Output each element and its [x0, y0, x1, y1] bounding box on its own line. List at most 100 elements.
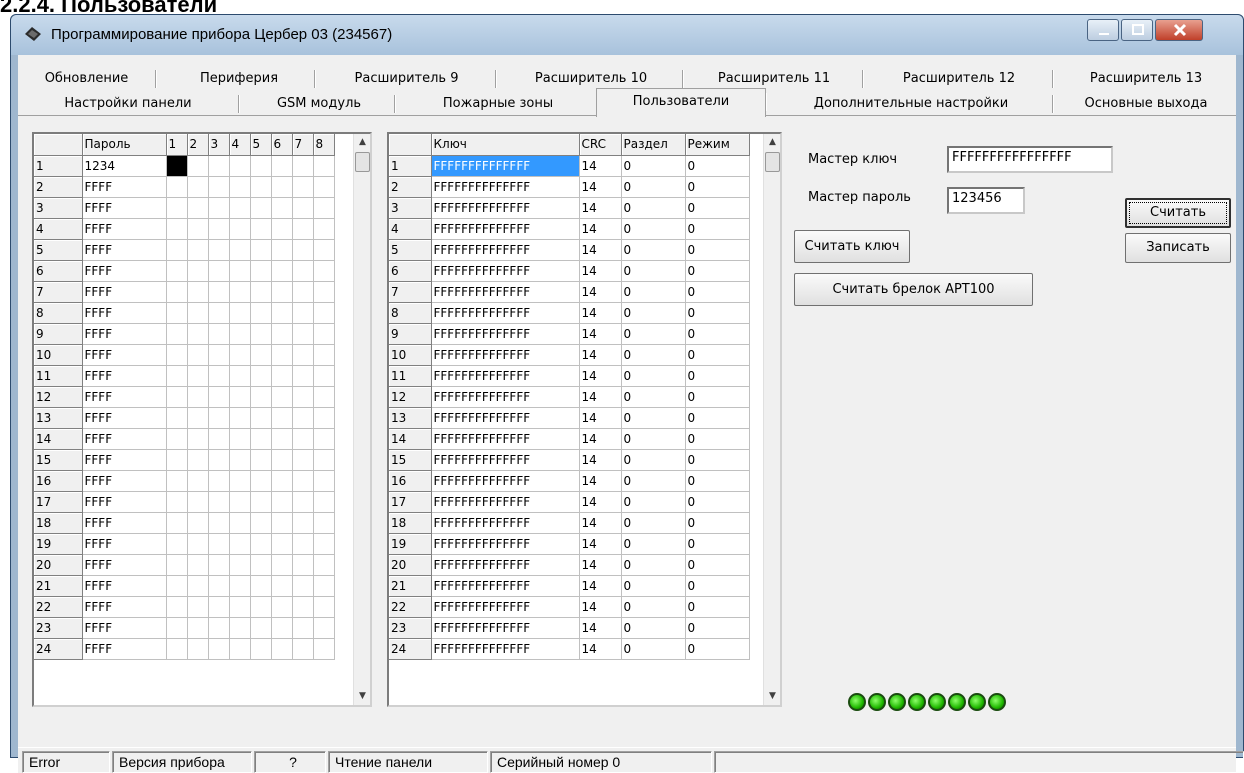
- partition-checkbox-cell[interactable]: [187, 155, 209, 177]
- password-cell[interactable]: FFFF: [82, 323, 167, 345]
- password-cell[interactable]: FFFF: [82, 260, 167, 282]
- partition-cell[interactable]: 0: [621, 239, 686, 261]
- partition-cell[interactable]: 0: [621, 512, 686, 534]
- partition-checkbox-cell[interactable]: [271, 491, 293, 513]
- crc-cell[interactable]: 14: [579, 575, 622, 597]
- partition-checkbox-cell[interactable]: [292, 386, 314, 408]
- partition-checkbox-cell[interactable]: [166, 470, 188, 492]
- key-cell[interactable]: FFFFFFFFFFFFFF: [431, 365, 580, 387]
- key-cell[interactable]: FFFFFFFFFFFFFF: [431, 197, 580, 219]
- mode-cell[interactable]: 0: [685, 365, 750, 387]
- partition-checkbox-cell[interactable]: [313, 491, 335, 513]
- crc-cell[interactable]: 14: [579, 512, 622, 534]
- scroll-up-icon[interactable]: ▲: [764, 134, 780, 151]
- partition-checkbox-cell[interactable]: [229, 218, 251, 240]
- partition-cell[interactable]: 0: [621, 491, 686, 513]
- read-button[interactable]: Считать: [1125, 198, 1231, 228]
- partition-checkbox-cell[interactable]: [166, 323, 188, 345]
- password-cell[interactable]: FFFF: [82, 176, 167, 198]
- partition-checkbox-cell[interactable]: [271, 281, 293, 303]
- close-button[interactable]: [1155, 19, 1203, 41]
- partition-checkbox-cell[interactable]: [187, 218, 209, 240]
- mode-cell[interactable]: 0: [685, 281, 750, 303]
- partition-checkbox-cell[interactable]: [229, 281, 251, 303]
- partition-cell[interactable]: 0: [621, 407, 686, 429]
- partition-checkbox-cell[interactable]: [313, 449, 335, 471]
- mode-cell[interactable]: 0: [685, 617, 750, 639]
- key-cell[interactable]: FFFFFFFFFFFFFF: [431, 302, 580, 324]
- partition-checkbox-cell[interactable]: [271, 407, 293, 429]
- tab-tabs-row1-0[interactable]: Обновление: [18, 66, 157, 91]
- password-cell[interactable]: FFFF: [82, 533, 167, 555]
- mode-cell[interactable]: 0: [685, 218, 750, 240]
- key-cell[interactable]: FFFFFFFFFFFFFF: [431, 638, 580, 660]
- mode-cell[interactable]: 0: [685, 323, 750, 345]
- partition-cell[interactable]: 0: [621, 197, 686, 219]
- partition-checkbox-cell[interactable]: [208, 554, 230, 576]
- partition-checkbox-cell[interactable]: [313, 281, 335, 303]
- partition-checkbox-cell[interactable]: [271, 239, 293, 261]
- partition-checkbox-cell[interactable]: [292, 323, 314, 345]
- partition-checkbox-cell[interactable]: [250, 218, 272, 240]
- key-cell[interactable]: FFFFFFFFFFFFFF: [431, 176, 580, 198]
- partition-checkbox-cell[interactable]: [166, 365, 188, 387]
- password-cell[interactable]: FFFF: [82, 596, 167, 618]
- key-cell[interactable]: FFFFFFFFFFFFFF: [431, 281, 580, 303]
- partition-checkbox-cell[interactable]: [187, 596, 209, 618]
- key-cell[interactable]: FFFFFFFFFFFFFF: [431, 575, 580, 597]
- partition-checkbox-cell[interactable]: [271, 512, 293, 534]
- crc-cell[interactable]: 14: [579, 176, 622, 198]
- tab-tabs-row2-3[interactable]: Пользователи: [596, 88, 767, 117]
- partition-checkbox-cell[interactable]: [229, 617, 251, 639]
- key-cell[interactable]: FFFFFFFFFFFFFF: [431, 533, 580, 555]
- partition-checkbox-cell[interactable]: [250, 491, 272, 513]
- partition-checkbox-cell[interactable]: [271, 554, 293, 576]
- password-cell[interactable]: FFFF: [82, 512, 167, 534]
- partition-cell[interactable]: 0: [621, 176, 686, 198]
- key-cell[interactable]: FFFFFFFFFFFFFF: [431, 323, 580, 345]
- partition-checkbox-cell[interactable]: [166, 449, 188, 471]
- partition-cell[interactable]: 0: [621, 449, 686, 471]
- partition-checkbox-cell[interactable]: [313, 386, 335, 408]
- partition-checkbox-cell[interactable]: [292, 365, 314, 387]
- partition-checkbox-cell[interactable]: [313, 260, 335, 282]
- key-cell[interactable]: FFFFFFFFFFFFFF: [431, 554, 580, 576]
- keys-scrollbar[interactable]: ▲ ▼: [763, 134, 780, 705]
- mode-cell[interactable]: 0: [685, 554, 750, 576]
- crc-cell[interactable]: 14: [579, 428, 622, 450]
- partition-checkbox-cell[interactable]: [250, 281, 272, 303]
- partition-checkbox-cell[interactable]: [271, 344, 293, 366]
- partition-checkbox-cell[interactable]: [166, 512, 188, 534]
- partition-checkbox-cell[interactable]: [166, 281, 188, 303]
- key-cell[interactable]: FFFFFFFFFFFFFF: [431, 428, 580, 450]
- partition-checkbox-cell[interactable]: [250, 386, 272, 408]
- partition-checkbox-cell[interactable]: [292, 449, 314, 471]
- tab-tabs-row1-1[interactable]: Периферия: [164, 66, 316, 91]
- partition-checkbox-cell[interactable]: [250, 365, 272, 387]
- partition-checkbox-cell[interactable]: [208, 386, 230, 408]
- key-cell[interactable]: FFFFFFFFFFFFFF: [431, 239, 580, 261]
- partition-checkbox-cell[interactable]: [208, 512, 230, 534]
- partition-checkbox-cell[interactable]: [166, 596, 188, 618]
- partition-checkbox-cell[interactable]: [250, 554, 272, 576]
- partition-checkbox-cell[interactable]: [208, 323, 230, 345]
- scroll-thumb[interactable]: [355, 152, 370, 172]
- partition-checkbox-cell[interactable]: [313, 344, 335, 366]
- crc-cell[interactable]: 14: [579, 281, 622, 303]
- partition-checkbox-cell[interactable]: [250, 260, 272, 282]
- password-cell[interactable]: FFFF: [82, 428, 167, 450]
- partition-checkbox-cell[interactable]: [166, 575, 188, 597]
- password-cell[interactable]: FFFF: [82, 197, 167, 219]
- password-cell[interactable]: FFFF: [82, 575, 167, 597]
- partition-checkbox-cell[interactable]: [166, 428, 188, 450]
- crc-cell[interactable]: 14: [579, 407, 622, 429]
- partition-checkbox-cell[interactable]: [250, 197, 272, 219]
- partition-checkbox-cell[interactable]: [292, 617, 314, 639]
- partition-checkbox-cell[interactable]: [187, 323, 209, 345]
- partition-checkbox-cell[interactable]: [313, 428, 335, 450]
- partition-checkbox-cell[interactable]: [208, 575, 230, 597]
- partition-checkbox-cell[interactable]: [271, 617, 293, 639]
- partition-checkbox-cell[interactable]: [229, 197, 251, 219]
- partition-checkbox-cell[interactable]: [250, 344, 272, 366]
- partition-checkbox-cell[interactable]: [187, 554, 209, 576]
